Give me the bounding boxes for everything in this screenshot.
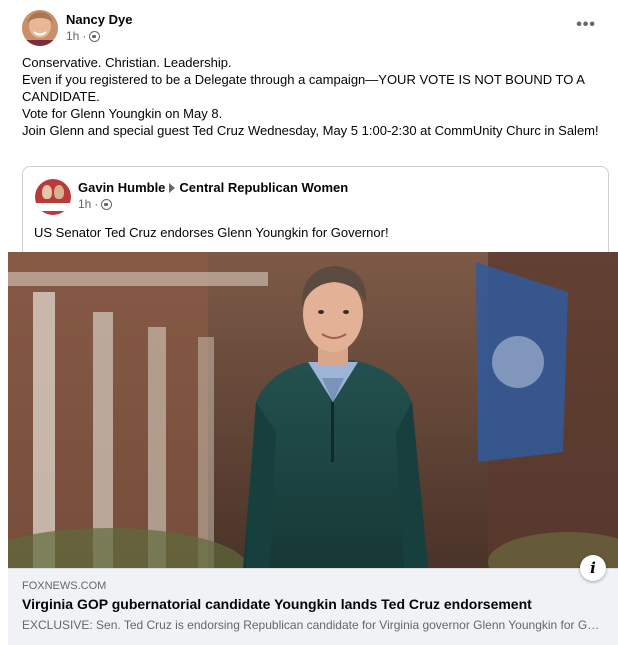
avatar-band xyxy=(35,203,71,211)
post-time[interactable]: 1h xyxy=(66,29,79,43)
shared-post-names: Gavin Humble Central Republican Women xyxy=(78,180,348,195)
info-button[interactable]: i xyxy=(580,555,606,581)
info-icon: i xyxy=(590,559,596,577)
shared-post[interactable]: Gavin Humble Central Republican Women 1h… xyxy=(22,166,609,256)
avatar-image xyxy=(22,10,58,46)
shared-post-meta: 1h · xyxy=(78,197,113,211)
link-domain: FOXNEWS.COM xyxy=(22,580,107,592)
shared-post-text: US Senator Ted Cruz endorses Glenn Young… xyxy=(34,225,389,240)
shared-group-name[interactable]: Central Republican Women xyxy=(179,180,348,195)
meta-separator: · xyxy=(94,197,99,211)
post-header: Nancy Dye 1h · ••• xyxy=(22,10,612,50)
post-line: Conservative. Christian. Leadership. xyxy=(22,55,232,70)
post-meta: 1h · xyxy=(66,29,101,43)
globe-icon xyxy=(89,30,101,42)
author-name[interactable]: Nancy Dye xyxy=(66,12,132,27)
author-avatar[interactable] xyxy=(22,10,58,46)
more-horizontal-icon: ••• xyxy=(576,16,596,33)
shared-author-name[interactable]: Gavin Humble xyxy=(78,180,165,195)
post-line: Vote for Glenn Youngkin on May 8. xyxy=(22,106,223,121)
post-body: Conservative. Christian. Leadership. Eve… xyxy=(22,54,602,139)
avatar-figure xyxy=(42,185,52,199)
shared-post-time[interactable]: 1h xyxy=(78,197,91,211)
shared-author-avatar[interactable] xyxy=(35,179,71,215)
link-title[interactable]: Virginia GOP gubernatorial candidate You… xyxy=(22,596,532,612)
photo-illustration xyxy=(8,252,618,568)
post-line: Even if you registered to be a Delegate … xyxy=(22,72,585,104)
more-options-button[interactable]: ••• xyxy=(576,16,596,34)
post-line: Join Glenn and special guest Ted Cruz We… xyxy=(22,123,599,138)
link-preview[interactable]: FOXNEWS.COM Virginia GOP gubernatorial c… xyxy=(8,568,618,645)
link-description: EXCLUSIVE: Sen. Ted Cruz is endorsing Re… xyxy=(22,618,602,632)
arrow-right-icon xyxy=(169,182,176,193)
avatar-figure xyxy=(54,185,64,199)
globe-icon xyxy=(101,198,113,210)
meta-separator: · xyxy=(82,29,87,43)
link-preview-image[interactable] xyxy=(8,252,618,568)
